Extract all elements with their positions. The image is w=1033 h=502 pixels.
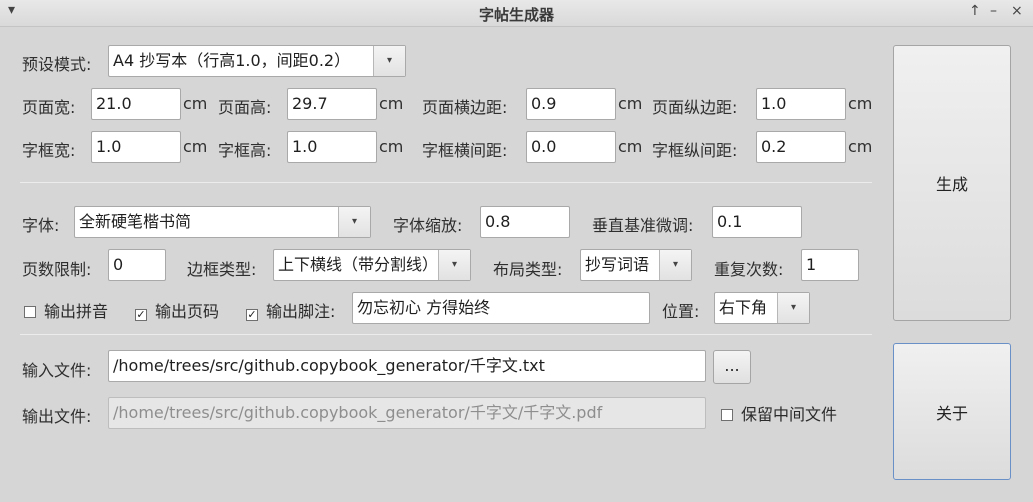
window-title: 字帖生成器 xyxy=(478,6,554,24)
border-type-select[interactable]: 上下横线（带分割线） ▾ xyxy=(273,249,471,281)
unit-label: cm xyxy=(618,137,643,156)
chevron-down-icon[interactable]: ▾ xyxy=(659,250,691,280)
page-width-label: 页面宽: xyxy=(22,98,76,117)
pageno-label: 输出页码 xyxy=(155,302,220,321)
page-vmargin-label: 页面纵边距: xyxy=(652,98,738,117)
unit-label: cm xyxy=(183,94,208,113)
border-type-value: 上下横线（带分割线） xyxy=(278,255,436,274)
position-select[interactable]: 右下角 ▾ xyxy=(714,292,810,324)
about-label: 关于 xyxy=(935,403,968,423)
main-panel: 预设模式: A4 抄写本（行高1.0，间距0.2） ▾ 页面宽: 21.0 cm… xyxy=(0,28,1033,502)
unit-label: cm xyxy=(183,137,208,156)
layout-type-select[interactable]: 抄写词语 ▾ xyxy=(580,249,692,281)
repeat-field[interactable]: 1 xyxy=(801,249,859,281)
chevron-down-icon[interactable]: ▾ xyxy=(338,207,370,237)
check-icon[interactable]: ✓ xyxy=(246,309,258,321)
box-width-label: 字框宽: xyxy=(22,141,76,160)
unit-label: cm xyxy=(379,137,404,156)
page-limit-label: 页数限制: xyxy=(22,260,92,279)
page-vmargin-field[interactable]: 1.0 xyxy=(756,88,846,120)
page-width-field[interactable]: 21.0 xyxy=(91,88,181,120)
unit-label: cm xyxy=(618,94,643,113)
footer-checkbox[interactable]: ✓ 输出脚注: xyxy=(246,298,335,322)
preset-select[interactable]: A4 抄写本（行高1.0，间距0.2） ▾ xyxy=(108,45,406,77)
divider xyxy=(20,182,872,183)
baseline-label: 垂直基准微调: xyxy=(592,216,694,235)
generate-button[interactable]: 生成 xyxy=(893,45,1011,321)
input-file-label: 输入文件: xyxy=(22,361,92,380)
repeat-label: 重复次数: xyxy=(714,260,784,279)
page-hmargin-label: 页面横边距: xyxy=(422,98,508,117)
layout-type-value: 抄写词语 xyxy=(585,255,650,274)
baseline-field[interactable]: 0.1 xyxy=(712,206,802,238)
minimize-icon[interactable]: – xyxy=(990,3,997,19)
keep-intermediate-checkbox[interactable]: 保留中间文件 xyxy=(721,401,837,425)
page-height-field[interactable]: 29.7 xyxy=(287,88,377,120)
font-select[interactable]: 全新硬笔楷书简 ▾ xyxy=(74,206,371,238)
pinyin-label: 输出拼音 xyxy=(44,302,109,321)
position-label: 位置: xyxy=(662,302,700,321)
keep-above-icon[interactable]: ↑ xyxy=(969,3,981,19)
font-scale-field[interactable]: 0.8 xyxy=(480,206,570,238)
unit-label: cm xyxy=(848,94,873,113)
footer-text-field[interactable]: 勿忘初心 方得始终 xyxy=(352,292,650,324)
pageno-checkbox[interactable]: ✓ 输出页码 xyxy=(135,298,219,322)
about-button[interactable]: 关于 xyxy=(893,343,1011,480)
footer-label: 输出脚注: xyxy=(266,302,336,321)
box-hgap-field[interactable]: 0.0 xyxy=(526,131,616,163)
close-icon[interactable]: × xyxy=(1011,3,1023,19)
font-scale-label: 字体缩放: xyxy=(393,216,463,235)
checkbox-box[interactable] xyxy=(721,409,733,421)
font-label: 字体: xyxy=(22,216,60,235)
chevron-down-icon[interactable]: ▾ xyxy=(438,250,470,280)
position-value: 右下角 xyxy=(719,298,768,317)
chevron-down-icon[interactable]: ▾ xyxy=(777,293,809,323)
box-vgap-field[interactable]: 0.2 xyxy=(756,131,846,163)
unit-label: cm xyxy=(379,94,404,113)
layout-type-label: 布局类型: xyxy=(493,260,563,279)
chevron-down-icon[interactable]: ▾ xyxy=(373,46,405,76)
output-file-field: /home/trees/src/github.copybook_generato… xyxy=(108,397,706,429)
output-file-label: 输出文件: xyxy=(22,407,92,426)
box-hgap-label: 字框横间距: xyxy=(422,141,508,160)
page-limit-field[interactable]: 0 xyxy=(108,249,166,281)
pinyin-checkbox[interactable]: 输出拼音 xyxy=(24,298,108,322)
check-icon[interactable]: ✓ xyxy=(135,309,147,321)
preset-value: A4 抄写本（行高1.0，间距0.2） xyxy=(113,51,351,70)
generate-label: 生成 xyxy=(935,175,968,194)
checkbox-box[interactable] xyxy=(24,306,36,318)
title-bar: ▾ 字帖生成器 ↑ – × xyxy=(0,0,1033,27)
divider xyxy=(20,334,872,335)
page-hmargin-field[interactable]: 0.9 xyxy=(526,88,616,120)
preset-label: 预设模式: xyxy=(22,55,92,74)
box-height-field[interactable]: 1.0 xyxy=(287,131,377,163)
keep-intermediate-label: 保留中间文件 xyxy=(741,405,838,424)
box-width-field[interactable]: 1.0 xyxy=(91,131,181,163)
page-height-label: 页面高: xyxy=(218,98,272,117)
input-file-field[interactable]: /home/trees/src/github.copybook_generato… xyxy=(108,350,706,382)
box-height-label: 字框高: xyxy=(218,141,272,160)
unit-label: cm xyxy=(848,137,873,156)
font-value: 全新硬笔楷书简 xyxy=(79,212,192,231)
box-vgap-label: 字框纵间距: xyxy=(652,141,738,160)
border-type-label: 边框类型: xyxy=(187,260,257,279)
browse-button[interactable]: ... xyxy=(713,350,751,384)
